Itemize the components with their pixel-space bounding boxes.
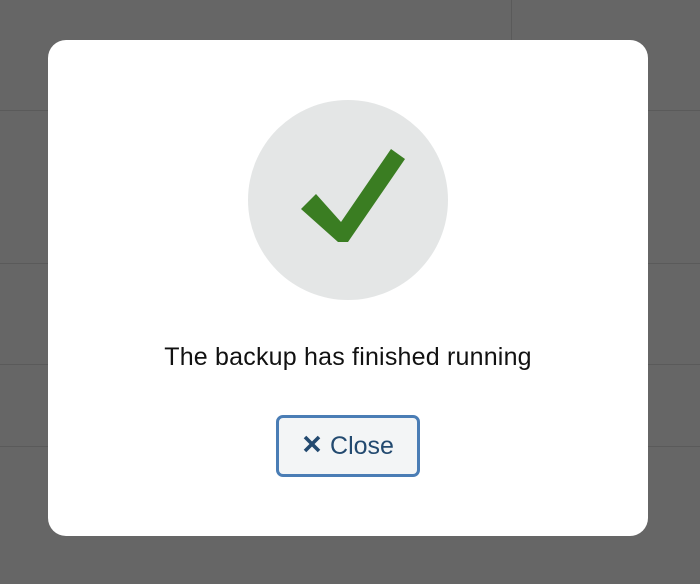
success-indicator <box>248 100 448 300</box>
status-message: The backup has finished running <box>164 343 532 371</box>
backup-complete-dialog: The backup has finished running Close <box>48 40 648 536</box>
close-x-icon <box>302 434 322 454</box>
checkmark-icon <box>301 149 405 242</box>
close-button[interactable]: Close <box>276 415 420 477</box>
close-button-label: Close <box>330 431 394 460</box>
background-divider <box>511 0 512 40</box>
